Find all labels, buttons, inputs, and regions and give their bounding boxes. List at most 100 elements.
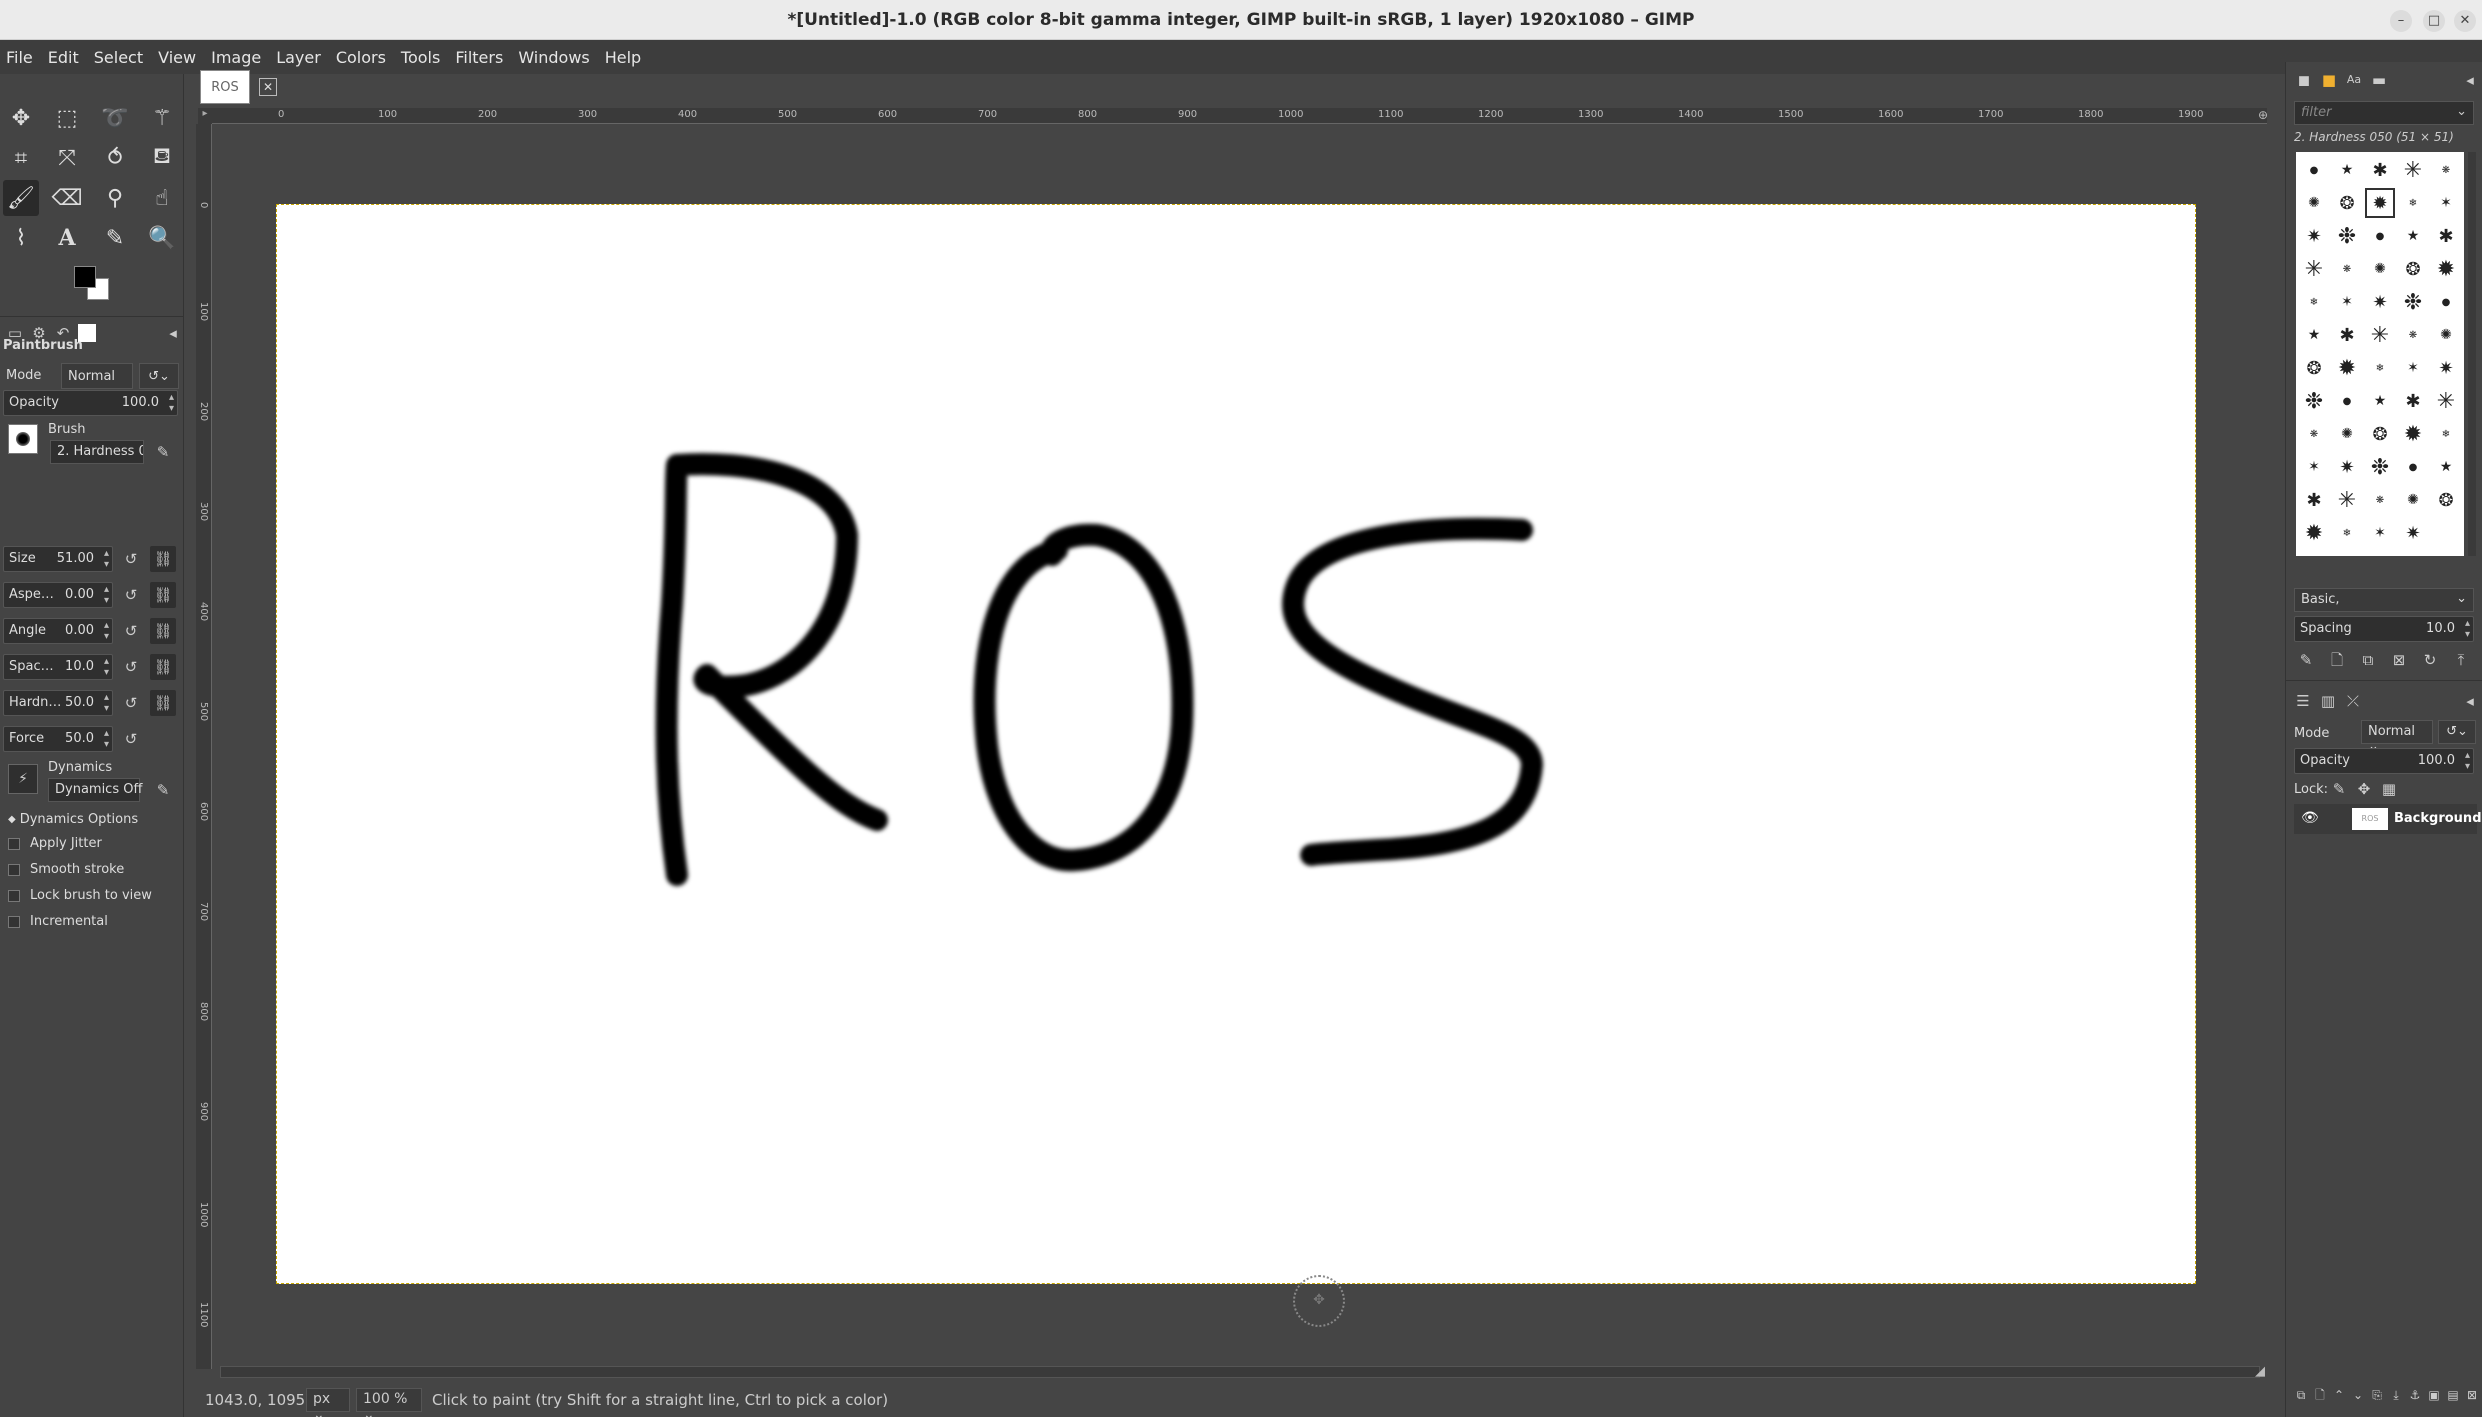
brush-thumbnail[interactable]: ● <box>2365 221 2395 251</box>
aspect-spinner[interactable]: Aspe… 0.00 ▴ ▾ <box>3 582 113 608</box>
fuzzy-select-tool-icon[interactable]: ⚚ <box>144 100 180 136</box>
incremental-box[interactable] <box>8 915 20 928</box>
edit-brush-icon[interactable]: ✎ <box>150 439 176 465</box>
brush-thumbnail[interactable]: ❄ <box>2431 419 2461 449</box>
hardness-reset-icon[interactable]: ↺ <box>118 690 144 716</box>
menu-select[interactable]: Select <box>88 48 152 67</box>
brush-thumbnail[interactable]: ★ <box>2398 221 2428 251</box>
menu-filters[interactable]: Filters <box>449 48 512 67</box>
menu-colors[interactable]: Colors <box>330 48 395 67</box>
lock-position-icon[interactable]: ✥ <box>2351 776 2377 802</box>
brush-spacing-spinner[interactable]: Spacing 10.0 ▴ ▾ <box>2294 616 2474 642</box>
smooth-stroke-checkbox[interactable]: Smooth stroke <box>8 862 124 877</box>
layer-opacity-spin-arrows[interactable]: ▴ ▾ <box>2465 750 2470 772</box>
brush-thumbnail[interactable]: ✹ <box>2299 518 2329 548</box>
brush-thumbnail[interactable]: ★ <box>2365 386 2395 416</box>
hardness-link-icon[interactable]: ⛓ <box>150 690 176 716</box>
foreground-background-colors[interactable] <box>70 264 114 304</box>
brush-thumbnail[interactable]: ✹ <box>2365 188 2395 218</box>
menu-tools[interactable]: Tools <box>395 48 449 67</box>
refresh-brushes-icon[interactable]: ↻ <box>2417 647 2443 673</box>
brush-thumbnail[interactable]: ❋ <box>2431 155 2461 185</box>
layers-tab-icon[interactable]: ☰ <box>2290 688 2316 714</box>
brush-thumbnail[interactable]: ✶ <box>2365 518 2395 548</box>
menu-windows[interactable]: Windows <box>512 48 598 67</box>
brush-thumbnail[interactable]: ❋ <box>2398 320 2428 350</box>
brush-thumbnail[interactable]: ★ <box>2332 155 2362 185</box>
brush-thumbnail[interactable]: ✹ <box>2398 419 2428 449</box>
dynamics-options-expander[interactable]: ◆ Dynamics Options <box>8 812 138 827</box>
edit-dynamics-icon[interactable]: ✎ <box>150 777 176 803</box>
menu-view[interactable]: View <box>152 48 205 67</box>
configure-tab-icon[interactable]: ◂ <box>160 320 186 346</box>
opacity-spin-arrows[interactable]: ▴ ▾ <box>169 392 174 414</box>
layer-mode-select[interactable]: Normal ⌄ <box>2361 720 2433 754</box>
hardness-spin-arrows[interactable]: ▴ ▾ <box>104 692 109 714</box>
brush-thumbnail[interactable]: ✹ <box>2332 353 2362 383</box>
brush-thumbnail[interactable]: ✳ <box>2365 320 2395 350</box>
angle-spin-arrows[interactable]: ▴ ▾ <box>104 620 109 642</box>
paths-tab-icon[interactable]: ⤫ <box>2340 688 2366 714</box>
force-reset-icon[interactable]: ↺ <box>118 726 144 752</box>
image-canvas[interactable] <box>276 204 2196 1284</box>
navigate-icon[interactable]: ⊕ <box>2255 108 2271 124</box>
dynamics-field[interactable]: Dynamics Off <box>48 778 142 802</box>
layer-row-background[interactable]: 👁 ROS Background <box>2294 804 2482 834</box>
fonts-tab-icon[interactable]: Aa <box>2341 67 2367 93</box>
close-window-button[interactable]: ✕ <box>2454 10 2476 32</box>
brush-thumbnail[interactable]: ✳ <box>2332 485 2362 515</box>
dynamics-preview-icon[interactable]: ⚡ <box>8 764 38 794</box>
angle-link-icon[interactable]: ⛓ <box>150 618 176 644</box>
lock-brush-checkbox[interactable]: Lock brush to view <box>8 888 152 903</box>
mode-reset-icon[interactable]: ↺⌄ <box>139 363 179 389</box>
aspect-spin-arrows[interactable]: ▴ ▾ <box>104 584 109 606</box>
brush-thumbnail[interactable]: ✶ <box>2299 452 2329 482</box>
layer-visibility-eye-icon[interactable]: 👁 <box>2301 810 2319 826</box>
lock-brush-box[interactable] <box>8 889 20 902</box>
brush-thumbnail[interactable]: ✶ <box>2431 188 2461 218</box>
brush-thumbnail[interactable]: ✹ <box>2431 254 2461 284</box>
layers-configure-icon[interactable]: ◂ <box>2457 688 2482 714</box>
brush-thumbnail[interactable]: ❋ <box>2332 254 2362 284</box>
brush-thumbnail[interactable]: ❂ <box>2365 419 2395 449</box>
brush-thumbnail[interactable]: ✺ <box>2398 485 2428 515</box>
angle-spinner[interactable]: Angle 0.00 ▴ ▾ <box>3 618 113 644</box>
color-picker-tool-icon[interactable]: ✎ <box>97 220 133 256</box>
lock-alpha-icon[interactable]: ▦ <box>2376 776 2402 802</box>
brush-thumbnail[interactable]: ❄ <box>2365 353 2395 383</box>
brush-thumbnail[interactable]: ✷ <box>2332 452 2362 482</box>
brush-thumbnail[interactable]: ❄ <box>2299 287 2329 317</box>
crop-tool-icon[interactable]: ⌗ <box>3 140 39 176</box>
brush-preview[interactable] <box>8 424 38 454</box>
brush-thumbnail[interactable]: ❂ <box>2299 353 2329 383</box>
brush-thumbnail[interactable]: ✳ <box>2398 155 2428 185</box>
brush-thumbnail[interactable]: ✱ <box>2332 320 2362 350</box>
lasso-tool-icon[interactable]: ➰ <box>97 100 133 136</box>
opacity-spinner[interactable]: Opacity 100.0 ▴ ▾ <box>3 390 178 416</box>
hardness-spinner[interactable]: Hardn… 50.0 ▴ ▾ <box>3 690 113 716</box>
layer-opacity-spinner[interactable]: Opacity 100.0 ▴ ▾ <box>2294 748 2474 774</box>
aspect-link-icon[interactable]: ⛓ <box>150 582 176 608</box>
brush-thumbnail[interactable]: ✳ <box>2431 386 2461 416</box>
brush-thumbnail[interactable]: ✺ <box>2431 320 2461 350</box>
size-reset-icon[interactable]: ↺ <box>118 546 144 572</box>
spacing-link-icon[interactable]: ⛓ <box>150 654 176 680</box>
menu-image[interactable]: Image <box>205 48 270 67</box>
horizontal-scrollbar[interactable] <box>220 1366 2260 1378</box>
brush-thumbnail[interactable]: ✱ <box>2299 485 2329 515</box>
brush-thumbnail[interactable]: ❋ <box>2299 419 2329 449</box>
brush-grid-scrollbar[interactable] <box>2468 152 2476 556</box>
patterns-tab-icon[interactable]: ■ <box>2316 67 2342 93</box>
mode-select[interactable]: Normal ⌄ <box>61 363 133 399</box>
new-brush-icon[interactable]: 🗋 <box>2324 647 2350 673</box>
brush-filter-input[interactable]: filter ⌄ <box>2294 101 2474 125</box>
maximize-button[interactable]: □ <box>2423 10 2445 32</box>
channels-tab-icon[interactable]: ▥ <box>2315 688 2341 714</box>
unit-select[interactable]: px ⌄ <box>306 1388 350 1417</box>
brush-thumbnail[interactable]: ❂ <box>2431 485 2461 515</box>
filter-dropdown-icon[interactable]: ⌄ <box>2456 104 2467 119</box>
paintbrush-tool-icon[interactable]: 🖌 <box>3 180 39 216</box>
brush-thumbnail[interactable]: ✷ <box>2398 518 2428 548</box>
text-tool-icon[interactable]: A <box>49 220 85 256</box>
spacing-spin-arrows[interactable]: ▴ ▾ <box>104 656 109 678</box>
